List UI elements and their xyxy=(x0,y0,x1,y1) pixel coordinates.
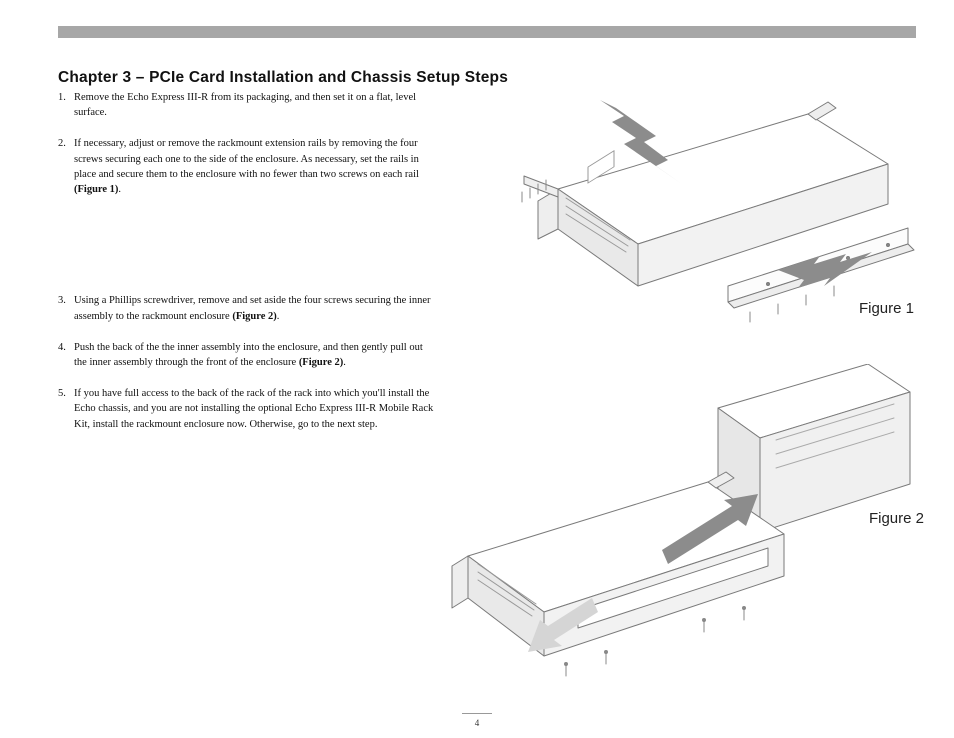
figure-2-illustration xyxy=(428,364,920,684)
figure-2-label: Figure 2 xyxy=(869,510,924,527)
step-text: If necessary, adjust or remove the rackm… xyxy=(74,138,419,179)
figure-1-label: Figure 1 xyxy=(859,300,914,317)
step-trailing: . xyxy=(343,357,346,368)
figure-area: Figure 1 Figure 2 xyxy=(468,94,920,680)
instruction-list: Remove the Echo Express III-R from its p… xyxy=(58,90,438,448)
chapter-title: Chapter 3 – PCIe Card Installation and C… xyxy=(58,69,508,87)
step-item: Remove the Echo Express III-R from its p… xyxy=(58,90,438,120)
figure-ref: (Figure 1) xyxy=(74,184,118,195)
figure-1-illustration xyxy=(468,94,920,364)
step-trailing: . xyxy=(277,311,280,322)
header-bar xyxy=(58,26,916,38)
step-item: If you have full access to the back of t… xyxy=(58,386,438,432)
page-rule xyxy=(462,713,492,714)
step-text: Push the back of the the inner assembly … xyxy=(74,342,423,368)
step-item: Push the back of the the inner assembly … xyxy=(58,340,438,370)
page-number: 4 xyxy=(475,718,480,728)
step-text: If you have full access to the back of t… xyxy=(74,388,433,429)
figure-ref: (Figure 2) xyxy=(299,357,343,368)
figure-ref: (Figure 2) xyxy=(232,311,276,322)
step-trailing: . xyxy=(118,184,121,195)
step-item: Using a Phillips screwdriver, remove and… xyxy=(58,293,438,323)
step-text: Remove the Echo Express III-R from its p… xyxy=(74,92,416,118)
step-item: If necessary, adjust or remove the rackm… xyxy=(58,136,438,197)
